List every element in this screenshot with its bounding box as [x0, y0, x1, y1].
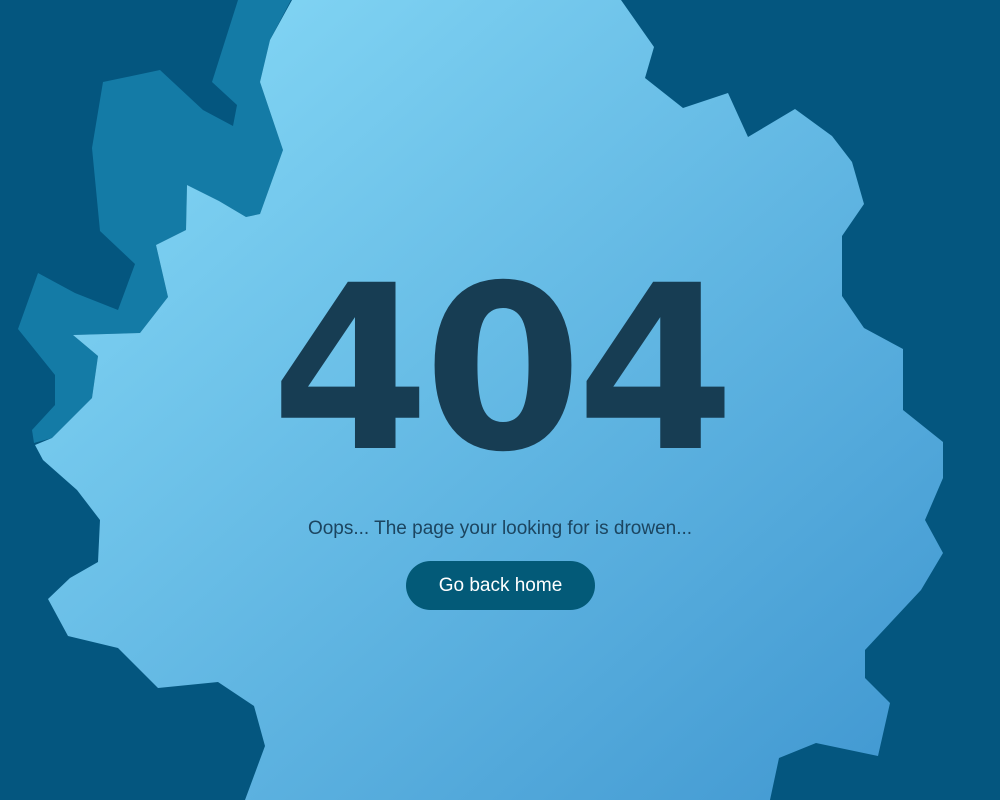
error-message: Oops... The page your looking for is dro… [307, 518, 693, 539]
error-code-heading: 404 [271, 236, 735, 502]
go-back-home-button[interactable]: Go back home [406, 561, 595, 610]
error-content: 404 Oops... The page your looking for is… [0, 0, 1000, 800]
